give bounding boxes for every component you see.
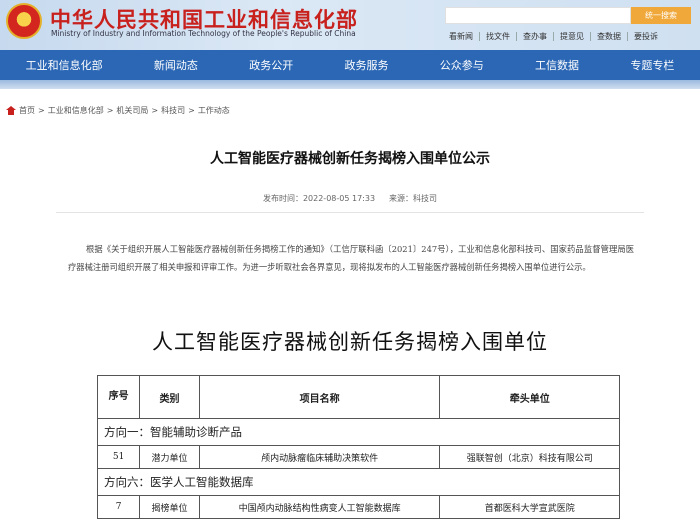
header-category: 类别	[139, 375, 200, 419]
nav-decorative-strip	[0, 80, 700, 89]
breadcrumb-separator: >	[188, 106, 195, 115]
nav-item-data[interactable]: 工信数据	[525, 57, 589, 73]
cell-index: 7	[96, 495, 141, 519]
national-emblem-icon[interactable]: ★	[6, 3, 42, 39]
breadcrumb-separator: >	[106, 106, 114, 115]
cell-lead-unit: 强联智创（北京）科技有限公司	[439, 445, 620, 469]
group-heading: 方向六：医学人工智能数据库	[97, 468, 620, 496]
cell-lead-unit: 首都医科大学宣武医院	[439, 495, 620, 519]
nav-item-topics[interactable]: 专题专栏	[620, 57, 684, 73]
table-row: 51 潜力单位 颅内动脉瘤临床辅助决策软件 强联智创（北京）科技有限公司	[96, 445, 620, 469]
table-header-row: 序号 类别 项目名称 牵头单位	[96, 375, 620, 419]
site-header: ★ 中华人民共和国工业和信息化部 Ministry of Industry an…	[0, 0, 700, 50]
quick-link-feedback[interactable]: 提意见	[553, 32, 590, 41]
breadcrumb-science-dept[interactable]: 科技司	[161, 105, 185, 116]
quick-link-news[interactable]: 看新闻	[443, 32, 479, 41]
breadcrumb-departments[interactable]: 机关司局	[116, 105, 148, 116]
nav-item-ministry[interactable]: 工业和信息化部	[16, 57, 113, 73]
breadcrumb-separator: >	[151, 106, 159, 115]
quick-links: 看新闻 找文件 查办事 提意见 查数据 要投诉	[443, 32, 664, 41]
search-input[interactable]	[445, 7, 631, 24]
header-lead-unit: 牵头单位	[439, 375, 620, 419]
nav-item-services[interactable]: 政务服务	[334, 57, 398, 73]
list-title: 人工智能医疗器械创新任务揭榜入围单位	[152, 330, 548, 354]
cell-project-name: 颅内动脉瘤临床辅助决策软件	[198, 445, 441, 469]
site-subtitle: Ministry of Industry and Information Tec…	[51, 29, 356, 38]
cell-project-name: 中国颅内动脉结构性病变人工智能数据库	[198, 495, 441, 519]
cell-category: 揭榜单位	[139, 495, 200, 519]
quick-link-data[interactable]: 查数据	[590, 32, 627, 41]
article-title: 人工智能医疗器械创新任务揭榜入围单位公示	[210, 151, 490, 167]
nav-item-news[interactable]: 新闻动态	[144, 57, 208, 73]
breadcrumb-separator: >	[38, 106, 45, 115]
search-button[interactable]: 统一搜索	[631, 7, 691, 24]
cell-category: 潜力单位	[139, 445, 200, 469]
quick-link-files[interactable]: 找文件	[479, 32, 516, 41]
article-source: 来源：科技司	[389, 194, 438, 203]
publish-date: 发布时间：2022-08-05 17:33	[262, 194, 376, 203]
breadcrumb-ministry[interactable]: 工业和信息化部	[48, 105, 104, 116]
group-row: 方向一：智能辅助诊断产品	[97, 418, 620, 446]
breadcrumb-home[interactable]: 首页	[19, 105, 35, 116]
divider	[56, 212, 644, 213]
nav-item-participation[interactable]: 公众参与	[430, 57, 494, 73]
article-body: 根据《关于组织开展人工智能医疗器械创新任务揭榜工作的通知》（工信厅联科函〔202…	[68, 244, 634, 272]
table-row: 7 揭榜单位 中国颅内动脉结构性病变人工智能数据库 首都医科大学宣武医院	[96, 495, 620, 519]
main-nav: 工业和信息化部 新闻动态 政务公开 政务服务 公众参与 工信数据 专题专栏	[0, 50, 700, 80]
breadcrumb: 首页 > 工业和信息化部 > 机关司局 > 科技司 > 工作动态	[6, 105, 230, 116]
header-index: 序号	[96, 375, 141, 419]
units-table: 序号 类别 项目名称 牵头单位 方向一：智能辅助诊断产品 51 潜力单位 颅内动…	[96, 375, 620, 519]
group-row: 方向六：医学人工智能数据库	[97, 468, 620, 496]
cell-index: 51	[96, 445, 141, 469]
group-heading: 方向一：智能辅助诊断产品	[97, 418, 620, 446]
breadcrumb-work-news[interactable]: 工作动态	[198, 105, 230, 116]
article-meta: 发布时间：2022-08-05 17:33 来源：科技司	[0, 193, 700, 204]
nav-item-gov-affairs[interactable]: 政务公开	[239, 57, 303, 73]
header-project-name: 项目名称	[198, 375, 441, 419]
home-icon	[6, 106, 16, 115]
quick-link-services[interactable]: 查办事	[516, 32, 553, 41]
quick-link-complaint[interactable]: 要投诉	[627, 32, 664, 41]
